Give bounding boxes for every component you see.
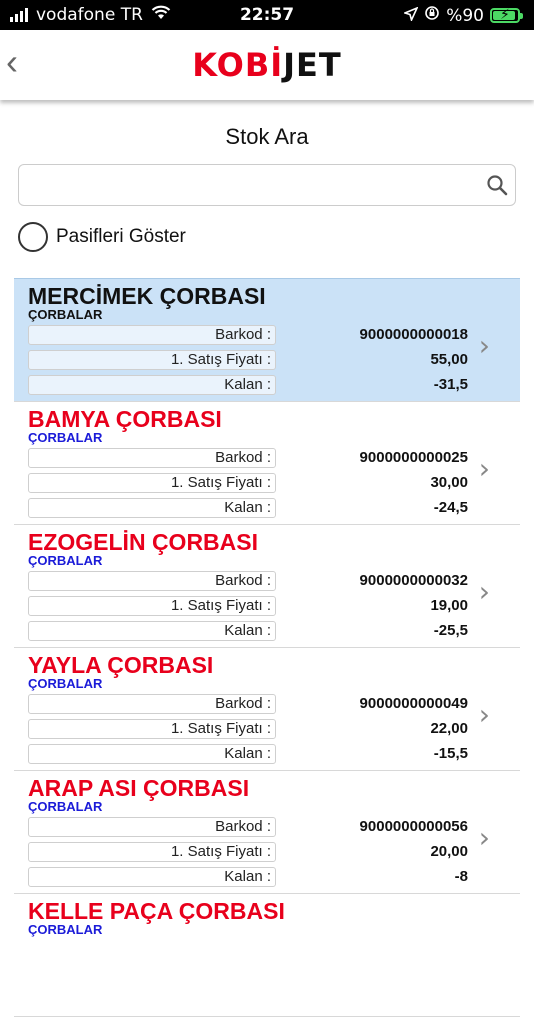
- radio-button[interactable]: [18, 222, 48, 252]
- chevron-right-icon[interactable]: ›: [479, 698, 490, 731]
- item-category: ÇORBALAR: [28, 430, 103, 445]
- status-bar: vodafone TR 22:57 %90 ⚡: [0, 0, 534, 30]
- logo-part-1: KOBİ: [192, 46, 284, 84]
- row-label: Kalan :: [28, 498, 276, 518]
- item-name: MERCİMEK ÇORBASI: [28, 283, 266, 309]
- row-label: Kalan :: [28, 867, 276, 887]
- item-row-remaining: Kalan : -8: [28, 867, 482, 889]
- chevron-right-icon[interactable]: ›: [479, 575, 490, 608]
- row-value: -15,5: [433, 745, 468, 762]
- chevron-right-icon[interactable]: ›: [479, 452, 490, 485]
- item-row-barcode: Barkod : 9000000000032: [28, 571, 482, 593]
- page-title: Stok Ara: [225, 124, 309, 149]
- battery-percent: %90: [446, 5, 484, 26]
- row-value: 9000000000032: [359, 572, 468, 589]
- item-row-barcode: Barkod : 9000000000049: [28, 694, 482, 716]
- row-label: Kalan :: [28, 744, 276, 764]
- row-label: Kalan :: [28, 375, 276, 395]
- row-label: Barkod :: [28, 448, 276, 468]
- item-name: KELLE PAÇA ÇORBASI: [28, 898, 285, 924]
- stock-item[interactable]: YAYLA ÇORBASI ÇORBALAR Barkod : 90000000…: [14, 648, 520, 771]
- show-passive-label: Pasifleri Göster: [56, 226, 186, 247]
- stock-item[interactable]: KELLE PAÇA ÇORBASI ÇORBALAR: [14, 894, 520, 1017]
- search-input[interactable]: [27, 171, 481, 201]
- item-category: ÇORBALAR: [28, 799, 103, 814]
- item-category: ÇORBALAR: [28, 553, 103, 568]
- row-value: 9000000000049: [359, 695, 468, 712]
- row-label: Barkod :: [28, 817, 276, 837]
- row-value: 30,00: [430, 474, 468, 491]
- row-value: -31,5: [433, 376, 468, 393]
- row-value: 22,00: [430, 720, 468, 737]
- item-row-barcode: Barkod : 9000000000018: [28, 325, 482, 347]
- row-value: 20,00: [430, 843, 468, 860]
- row-label: 1. Satış Fiyatı :: [28, 473, 276, 493]
- row-value: -25,5: [433, 622, 468, 639]
- item-category: ÇORBALAR: [28, 676, 103, 691]
- item-row-barcode: Barkod : 9000000000056: [28, 817, 482, 839]
- stock-item[interactable]: MERCİMEK ÇORBASI ÇORBALAR Barkod : 90000…: [14, 278, 520, 402]
- item-row-remaining: Kalan : -24,5: [28, 498, 482, 520]
- battery-icon: ⚡: [490, 7, 523, 23]
- row-value: 9000000000056: [359, 818, 468, 835]
- row-label: 1. Satış Fiyatı :: [28, 350, 276, 370]
- search-icon[interactable]: [485, 173, 509, 197]
- item-category: ÇORBALAR: [28, 922, 103, 937]
- status-right: %90 ⚡: [402, 5, 523, 26]
- chevron-right-icon[interactable]: ›: [479, 329, 490, 362]
- row-label: Barkod :: [28, 694, 276, 714]
- item-row-remaining: Kalan : -31,5: [28, 375, 482, 397]
- stock-item[interactable]: EZOGELİN ÇORBASI ÇORBALAR Barkod : 90000…: [14, 525, 520, 648]
- rotation-lock-icon: [424, 5, 440, 26]
- charging-icon: ⚡: [500, 7, 510, 23]
- item-row-price: 1. Satış Fiyatı : 55,00: [28, 350, 482, 372]
- show-passive-toggle[interactable]: Pasifleri Göster: [18, 222, 186, 252]
- item-row-barcode: Barkod : 9000000000025: [28, 448, 482, 470]
- item-name: EZOGELİN ÇORBASI: [28, 529, 259, 555]
- row-value: 9000000000018: [359, 326, 468, 343]
- item-row-price: 1. Satış Fiyatı : 30,00: [28, 473, 482, 495]
- row-value: 55,00: [430, 351, 468, 368]
- search-box: [18, 164, 516, 206]
- item-row-remaining: Kalan : -25,5: [28, 621, 482, 643]
- item-name: ARAP ASI ÇORBASI: [28, 775, 250, 801]
- stock-list: MERCİMEK ÇORBASI ÇORBALAR Barkod : 90000…: [14, 278, 520, 1017]
- item-name: YAYLA ÇORBASI: [28, 652, 214, 678]
- row-label: 1. Satış Fiyatı :: [28, 842, 276, 862]
- chevron-right-icon[interactable]: ›: [479, 821, 490, 854]
- item-row-remaining: Kalan : -15,5: [28, 744, 482, 766]
- item-row-price: 1. Satış Fiyatı : 22,00: [28, 719, 482, 741]
- row-label: 1. Satış Fiyatı :: [28, 719, 276, 739]
- logo-part-2: JET: [283, 46, 342, 84]
- row-value: 9000000000025: [359, 449, 468, 466]
- row-label: Barkod :: [28, 325, 276, 345]
- nav-bar: ‹ KOBİJET: [0, 30, 534, 100]
- item-name: BAMYA ÇORBASI: [28, 406, 222, 432]
- item-row-price: 1. Satış Fiyatı : 20,00: [28, 842, 482, 864]
- stock-item[interactable]: ARAP ASI ÇORBASI ÇORBALAR Barkod : 90000…: [14, 771, 520, 894]
- app-logo: KOBİJET: [0, 46, 534, 84]
- stock-item[interactable]: BAMYA ÇORBASI ÇORBALAR Barkod : 90000000…: [14, 402, 520, 525]
- item-category: ÇORBALAR: [28, 307, 103, 322]
- row-value: -8: [454, 868, 468, 885]
- row-value: 19,00: [430, 597, 468, 614]
- row-label: Kalan :: [28, 621, 276, 641]
- row-label: 1. Satış Fiyatı :: [28, 596, 276, 616]
- row-label: Barkod :: [28, 571, 276, 591]
- row-value: -24,5: [433, 499, 468, 516]
- item-row-price: 1. Satış Fiyatı : 19,00: [28, 596, 482, 618]
- location-icon: [402, 5, 419, 26]
